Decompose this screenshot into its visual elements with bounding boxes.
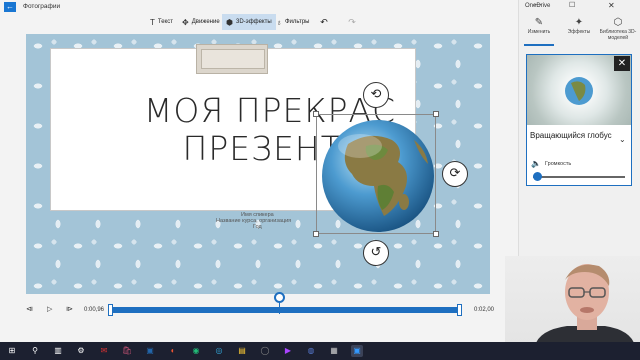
selection-box[interactable] xyxy=(316,114,436,234)
taskbar-start-icon[interactable]: ⊞ xyxy=(6,345,18,357)
taskbar-chrome-icon[interactable]: ◐ xyxy=(167,345,179,357)
playhead-handle[interactable] xyxy=(273,292,285,303)
trim-start-handle[interactable] xyxy=(108,304,113,316)
title-bar: ← Фотографии xyxy=(0,0,518,14)
taskbar-video-icon[interactable]: ▶ xyxy=(282,345,294,357)
tab-effects[interactable]: ✦ Эффекты xyxy=(559,17,599,35)
rotate-x-handle[interactable]: ⟲ xyxy=(363,82,389,108)
effects-3d-button[interactable]: ⬢ 3D-эффекты xyxy=(222,14,276,30)
taskbar-app3-icon[interactable]: ▦ xyxy=(328,345,340,357)
resize-handle-top-right[interactable] xyxy=(433,111,439,117)
taskbar-settings-icon[interactable]: ⚙ xyxy=(75,345,87,357)
tab-edit-label: Изменить xyxy=(527,29,551,35)
text-button-label: Текст xyxy=(157,19,173,25)
rotate-z-handle[interactable]: ↺ xyxy=(363,240,389,266)
app-title: Фотографии xyxy=(23,3,61,10)
effects-3d-label: 3D-эффекты xyxy=(235,19,272,25)
remove-effect-button[interactable]: ✕ xyxy=(614,56,630,71)
slide-decor-tab-inner xyxy=(201,49,265,69)
minimize-button[interactable]: — xyxy=(534,1,541,8)
taskbar-app-icon[interactable]: ◯ xyxy=(259,345,271,357)
motion-icon: ✥ xyxy=(182,17,189,27)
filters-icon: ♁ xyxy=(276,17,282,27)
slide-decor-tab xyxy=(196,44,268,74)
cube-icon: ⬢ xyxy=(226,17,233,27)
redo-button[interactable]: ↷ xyxy=(346,16,358,28)
tab-3d-library-label: Библиотека 3D-моделей xyxy=(599,29,637,41)
previous-frame-button[interactable]: ⧏ xyxy=(26,305,33,313)
chevron-down-icon[interactable]: ⌄ xyxy=(619,135,626,144)
pencil-icon: ✎ xyxy=(534,17,544,28)
filters-button-label: Фильтры xyxy=(285,19,310,25)
taskbar-search-icon[interactable]: ⚲ xyxy=(29,345,41,357)
text-icon: T xyxy=(150,17,155,27)
back-button[interactable]: ← xyxy=(4,2,16,12)
tab-effects-label: Эффекты xyxy=(567,29,591,35)
next-frame-button[interactable]: ⧐ xyxy=(66,305,73,313)
taskbar-browser-icon[interactable]: ◉ xyxy=(190,345,202,357)
volume-label: Громкость xyxy=(545,161,572,167)
presenter-figure xyxy=(535,264,635,346)
play-button[interactable]: ▷ xyxy=(47,305,52,313)
maximize-button[interactable]: ☐ xyxy=(569,1,575,9)
undo-button[interactable]: ↶ xyxy=(318,16,330,28)
sparkle-icon: ✦ xyxy=(574,17,584,28)
rotate-y-handle[interactable]: ⟳ xyxy=(442,161,468,187)
taskbar-store-icon[interactable]: 🛍 xyxy=(121,345,133,357)
taskbar-mail-icon[interactable]: ✉ xyxy=(98,345,110,357)
resize-handle-bottom-left[interactable] xyxy=(313,231,319,237)
taskbar-media-icon[interactable]: ◎ xyxy=(213,345,225,357)
end-time: 0:02,00 xyxy=(474,307,495,313)
volume-slider-thumb[interactable] xyxy=(533,172,542,181)
motion-button-label: Движение xyxy=(191,19,220,25)
text-button[interactable]: T Текст xyxy=(146,14,177,30)
filters-button[interactable]: ♁ Фильтры xyxy=(272,14,313,30)
timeline: ⧏ ▷ ⧐ 0:00,96 0:02,00 xyxy=(0,292,518,322)
speaker-icon: 🔈 xyxy=(531,159,541,168)
motion-button[interactable]: ✥ Движение xyxy=(178,14,224,30)
current-time: 0:00,96 xyxy=(84,307,105,313)
taskbar-app2-icon[interactable]: ◍ xyxy=(305,345,317,357)
resize-handle-bottom-right[interactable] xyxy=(433,231,439,237)
active-tab-indicator xyxy=(524,44,554,46)
editor-toolbar: T Текст ✥ Движение ⬢ 3D-эффекты ♁ Фильтр… xyxy=(0,14,518,30)
slide-year: Год xyxy=(253,224,262,230)
resize-handle-top-left[interactable] xyxy=(313,111,319,117)
webcam-overlay xyxy=(505,256,640,346)
tab-3d-library[interactable]: ⬡ Библиотека 3D-моделей xyxy=(598,17,638,41)
taskbar-photos-app-icon[interactable]: ▣ xyxy=(144,345,156,357)
trim-end-handle[interactable] xyxy=(457,304,462,316)
volume-slider-track[interactable] xyxy=(533,176,625,178)
taskbar-task-view-icon[interactable]: ▥ xyxy=(52,345,64,357)
close-window-button[interactable]: ✕ xyxy=(608,1,615,10)
taskbar-app4-icon[interactable]: ▣ xyxy=(351,345,363,357)
cube-library-icon: ⬡ xyxy=(613,17,623,28)
timeline-track[interactable] xyxy=(110,307,462,313)
taskbar-explorer-icon[interactable]: ▤ xyxy=(236,345,248,357)
taskbar: ⊞ ⚲ ▥ ⚙ ✉ 🛍 ▣ ◐ ◉ ◎ ▤ ◯ ▶ ◍ ▦ ▣ xyxy=(0,342,640,360)
effect-title: Вращающийся глобус xyxy=(530,131,612,140)
tab-edit[interactable]: ✎ Изменить xyxy=(519,17,559,35)
